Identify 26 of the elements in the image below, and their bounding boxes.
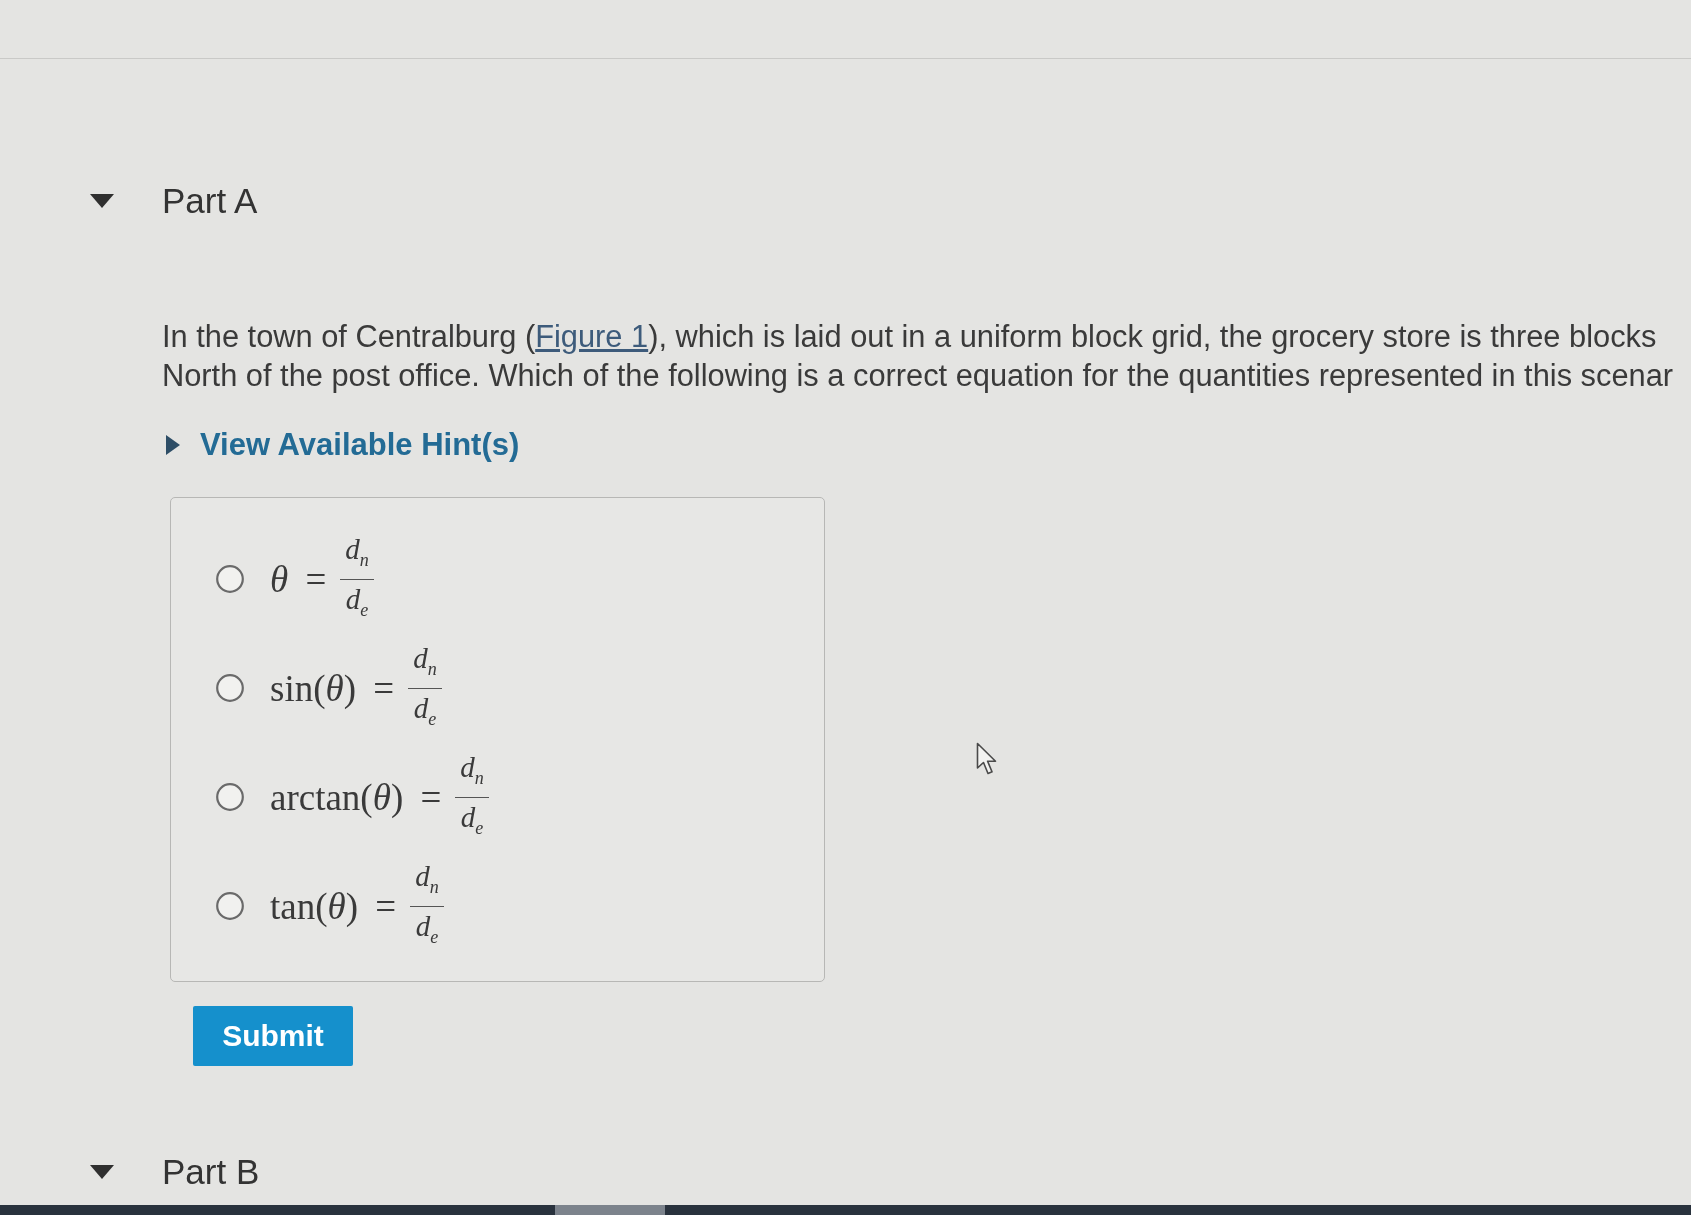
mouse-pointer-icon bbox=[976, 742, 998, 776]
figure-link[interactable]: Figure 1 bbox=[535, 319, 649, 354]
radio-button[interactable] bbox=[216, 565, 244, 593]
horizontal-scrollbar[interactable] bbox=[0, 1205, 1691, 1215]
radio-button[interactable] bbox=[216, 674, 244, 702]
caret-icon[interactable] bbox=[90, 194, 114, 208]
fraction-numerator: d$_{n}$ bbox=[340, 532, 374, 580]
fraction-denominator: d$_{e}$ bbox=[459, 799, 485, 840]
fraction-denominator: d$_{e}$ bbox=[344, 581, 370, 622]
hints-toggle[interactable]: View Available Hint(s) bbox=[166, 425, 520, 465]
fraction-numerator: d$_{n}$ bbox=[410, 859, 444, 907]
question-text: In the town of Centralburg (Figure 1), which is laid out in a uniform block grid, the grocery store is three blocks North of the post office. Which of the following is a correct equation for the quantities represented in this scenar bbox=[162, 318, 1675, 395]
equation-text: arctan(θ) = bbox=[270, 775, 442, 819]
equation-text: tan(θ) = bbox=[270, 884, 397, 928]
radio-button[interactable] bbox=[216, 783, 244, 811]
caret-icon[interactable] bbox=[90, 1165, 114, 1179]
equation-text: θ = bbox=[270, 557, 327, 601]
section-title: Part B bbox=[162, 1152, 260, 1192]
submit-button[interactable]: Submit bbox=[193, 1006, 353, 1066]
fraction-denominator: d$_{e}$ bbox=[412, 690, 438, 731]
section-title: Part A bbox=[162, 181, 258, 221]
radio-button[interactable] bbox=[216, 892, 244, 920]
fraction-denominator: d$_{e}$ bbox=[414, 908, 440, 949]
fraction-numerator: d$_{n}$ bbox=[455, 750, 489, 798]
fraction-numerator: d$_{n}$ bbox=[408, 641, 442, 689]
equation-text: sin(θ) = bbox=[270, 666, 395, 710]
